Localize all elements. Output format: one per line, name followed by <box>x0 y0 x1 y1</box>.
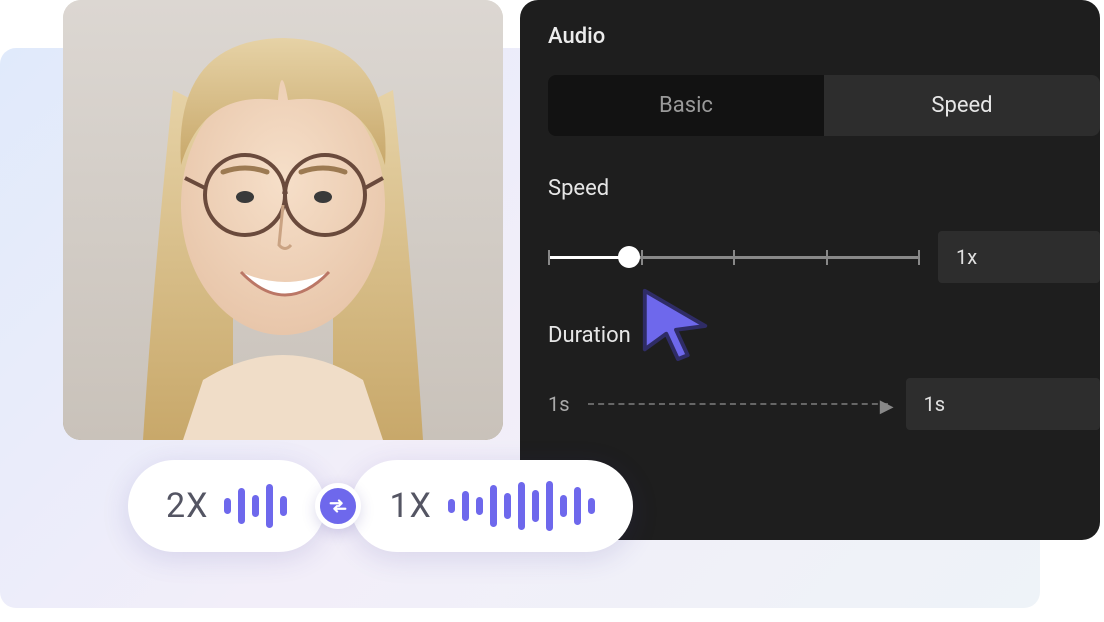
pill-1x-label: 1X <box>389 486 431 526</box>
panel-title: Audio <box>548 24 1100 49</box>
speed-slider[interactable] <box>548 256 918 259</box>
audio-panel: Audio Basic Speed Speed 1x Duration 1s ▶ <box>520 0 1100 540</box>
speed-slider-thumb[interactable] <box>618 246 640 268</box>
waveform-icon <box>224 484 287 528</box>
waveform-icon <box>448 481 595 531</box>
pill-1x: 1X <box>351 460 632 552</box>
duration-range-bar[interactable]: ▶ <box>588 403 888 405</box>
duration-section: Duration 1s ▶ 1s <box>548 323 1100 430</box>
pill-2x-label: 2X <box>166 486 208 526</box>
tab-speed[interactable]: Speed <box>824 75 1100 136</box>
arrow-right-icon: ▶ <box>880 396 894 417</box>
cursor-pointer-icon <box>637 285 715 363</box>
duration-start: 1s <box>548 392 570 416</box>
video-preview[interactable] <box>63 0 503 440</box>
tabs: Basic Speed <box>548 75 1100 136</box>
speed-section: Speed 1x <box>548 176 1100 283</box>
pill-2x: 2X <box>128 460 325 552</box>
speed-value[interactable]: 1x <box>938 231 1100 283</box>
duration-label: Duration <box>548 323 1100 348</box>
tab-basic[interactable]: Basic <box>548 75 824 136</box>
speed-label: Speed <box>548 176 1100 201</box>
speed-comparison: 2X 1X <box>128 460 633 552</box>
duration-value[interactable]: 1s <box>906 378 1100 430</box>
